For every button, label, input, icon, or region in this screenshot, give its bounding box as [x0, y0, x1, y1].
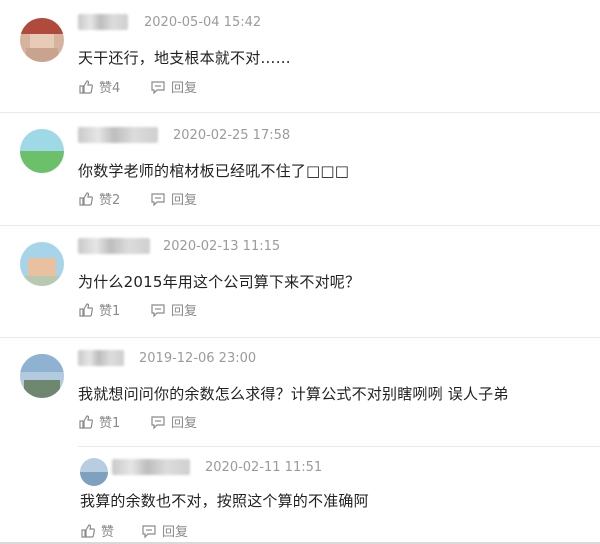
avatar[interactable]: [80, 458, 108, 486]
thumbs-up-icon: [81, 523, 95, 538]
divider: [78, 446, 600, 447]
like-button[interactable]: 赞: [80, 521, 114, 540]
avatar[interactable]: [20, 354, 64, 398]
comment-text: 我算的余数也不对，按照这个算的不准确阿: [80, 492, 369, 510]
comment-item: 2020-02-25 17:58 你数学老师的棺材板已经吼不住了□□□ 赞2 回…: [0, 113, 600, 225]
comment-text: 天干还行，地支根本就不对……: [78, 49, 291, 67]
reply-button[interactable]: 回复: [150, 300, 197, 319]
comment-text: 你数学老师的棺材板已经吼不住了□□□: [78, 162, 350, 180]
reply-label: 回复: [162, 525, 189, 540]
avatar[interactable]: [20, 242, 64, 286]
avatar[interactable]: [20, 18, 64, 62]
reply-button[interactable]: 回复: [150, 412, 197, 431]
avatar[interactable]: [20, 129, 64, 173]
reply-button[interactable]: 回复: [150, 77, 197, 96]
reply-label: 回复: [171, 193, 198, 208]
username-blurred[interactable]: [78, 14, 128, 30]
comment-item: 2020-02-13 11:15 为什么2015年用这个公司算下来不对呢？ 赞1…: [0, 226, 600, 338]
like-count-label: 赞2: [99, 193, 121, 208]
comment-timestamp: 2020-02-11 11:51: [205, 460, 323, 475]
comment-timestamp: 2020-05-04 15:42: [144, 15, 262, 30]
reply-button[interactable]: 回复: [150, 189, 197, 208]
comment-icon: [151, 80, 165, 94]
comment-text: 我就想问问你的余数怎么求得？计算公式不对别瞎咧咧 误人子弟: [78, 385, 509, 403]
thumbs-up-icon: [79, 79, 93, 94]
comment-item: 2019-12-06 23:00 我就想问问你的余数怎么求得？计算公式不对别瞎咧…: [0, 338, 600, 540]
reply-label: 回复: [171, 304, 198, 319]
comment-icon: [151, 192, 165, 206]
reply-item: 2020-02-11 11:51 我算的余数也不对，按照这个算的不准确阿 赞 回…: [0, 446, 600, 544]
username-blurred[interactable]: [78, 127, 158, 143]
comment-timestamp: 2020-02-25 17:58: [173, 128, 291, 143]
thumbs-up-icon: [79, 302, 93, 317]
username-blurred[interactable]: [112, 459, 190, 475]
like-button[interactable]: 赞1: [78, 412, 120, 431]
like-count-label: 赞: [101, 525, 115, 540]
reply-label: 回复: [171, 81, 198, 96]
comment-item: 2020-05-04 15:42 天干还行，地支根本就不对…… 赞4 回复: [0, 0, 600, 112]
like-button[interactable]: 赞4: [78, 77, 120, 96]
comment-timestamp: 2019-12-06 23:00: [139, 351, 257, 366]
like-count-label: 赞4: [99, 81, 121, 96]
like-count-label: 赞1: [99, 304, 121, 319]
like-button[interactable]: 赞2: [78, 189, 120, 208]
comment-icon: [142, 524, 156, 538]
comment-icon: [151, 303, 165, 317]
thumbs-up-icon: [79, 191, 93, 206]
comment-text: 为什么2015年用这个公司算下来不对呢？: [78, 273, 361, 291]
like-button[interactable]: 赞1: [78, 300, 120, 319]
thumbs-up-icon: [79, 414, 93, 429]
username-blurred[interactable]: [78, 350, 124, 366]
like-count-label: 赞1: [99, 416, 121, 431]
username-blurred[interactable]: [78, 238, 150, 254]
reply-button[interactable]: 回复: [141, 521, 188, 540]
comment-timestamp: 2020-02-13 11:15: [163, 239, 281, 254]
comment-icon: [151, 415, 165, 429]
reply-label: 回复: [171, 416, 198, 431]
